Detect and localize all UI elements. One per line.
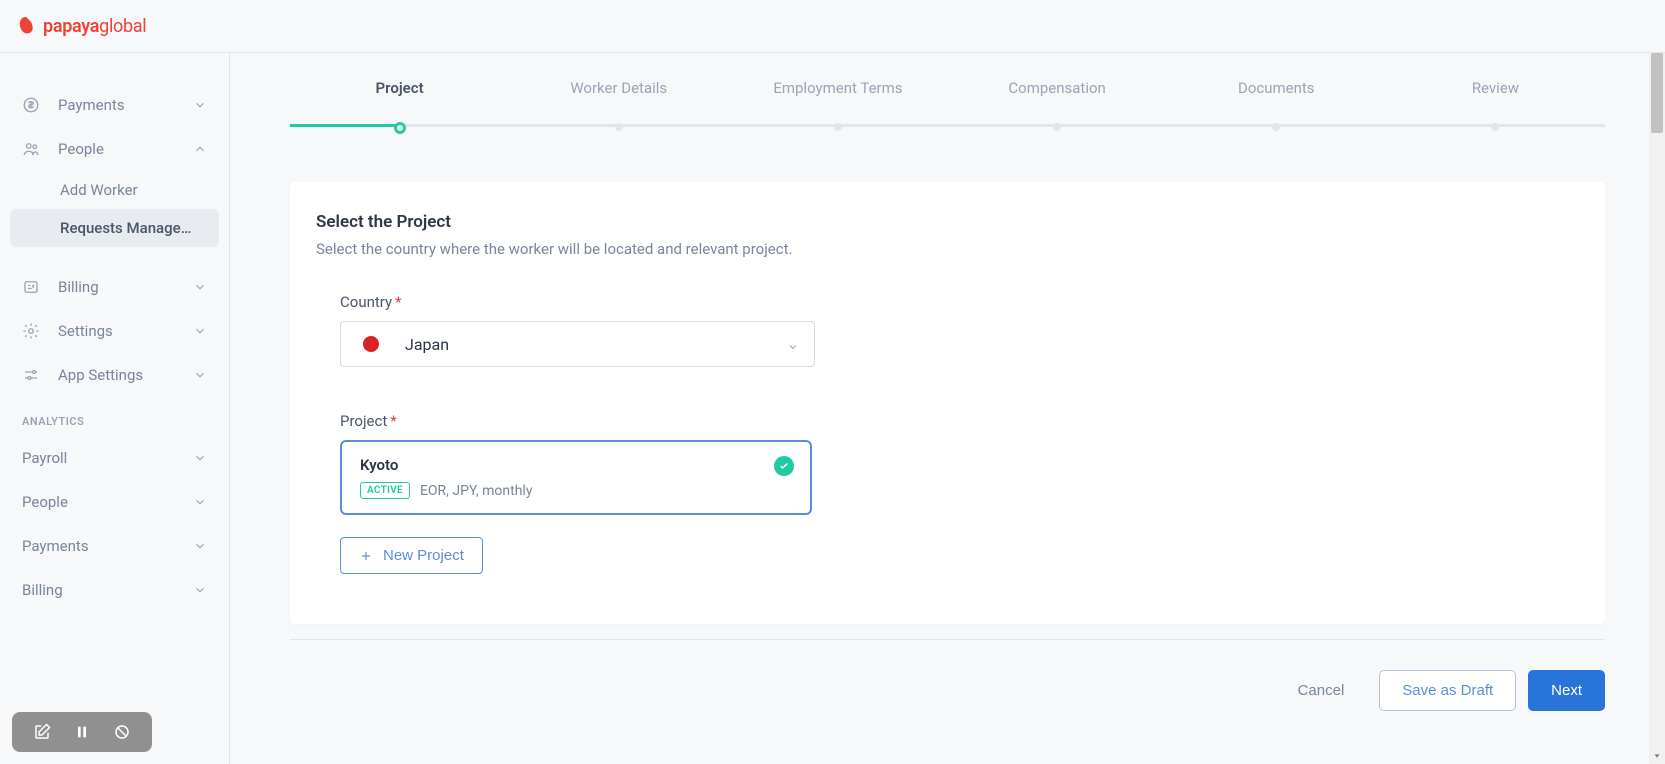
nav-app-settings[interactable]: App Settings (0, 353, 229, 397)
nav-label: People (58, 140, 193, 158)
nav-label: Settings (58, 322, 193, 340)
nav-label: Payments (22, 537, 193, 555)
plus-icon (359, 549, 373, 563)
edit-icon[interactable] (30, 720, 54, 744)
nav-label: App Settings (58, 366, 193, 384)
nav-requests-management[interactable]: Requests Managem… (10, 209, 219, 247)
chevron-down-icon (193, 539, 207, 553)
project-option-kyoto[interactable]: Kyoto ACTIVE EOR, JPY, monthly (340, 440, 812, 515)
scroll-down-icon[interactable] (1649, 748, 1665, 764)
card-subtitle: Select the country where the worker will… (316, 240, 1579, 258)
save-draft-button[interactable]: Save as Draft (1379, 670, 1516, 711)
chevron-down-icon (193, 280, 207, 294)
step-dot (1272, 123, 1280, 131)
new-project-button[interactable]: New Project (340, 537, 483, 574)
step-employment-terms[interactable]: Employment Terms (728, 79, 947, 127)
chevron-down-icon (193, 583, 207, 597)
step-label: Documents (1238, 79, 1315, 97)
step-compensation[interactable]: Compensation (948, 79, 1167, 127)
step-project[interactable]: Project (290, 79, 509, 127)
country-select[interactable]: Japan (340, 321, 815, 367)
sidebar: Payments People Add Worker Requests Mana… (0, 53, 230, 764)
billing-icon (22, 278, 40, 296)
disable-icon[interactable] (110, 720, 134, 744)
chevron-down-icon (787, 338, 799, 350)
card-title: Select the Project (316, 212, 1579, 232)
footer-actions: Cancel Save as Draft Next (290, 639, 1605, 741)
project-label: Project* (340, 412, 1579, 430)
chevron-down-icon (193, 98, 207, 112)
dollar-icon (22, 96, 40, 114)
people-icon (22, 140, 40, 158)
country-value: Japan (405, 335, 787, 354)
progress-stepper: Project Worker Details Employment Terms … (290, 53, 1605, 127)
project-meta: ACTIVE EOR, JPY, monthly (360, 482, 792, 499)
nav-label: Billing (58, 278, 193, 296)
app-header: papayaglobal (0, 0, 1665, 53)
step-label: Employment Terms (773, 79, 902, 97)
step-dot (1053, 123, 1061, 131)
nav-label: Billing (22, 581, 193, 599)
brand-logo[interactable]: papayaglobal (15, 15, 146, 37)
brand-text: papayaglobal (43, 16, 146, 37)
flag-japan-icon (363, 336, 379, 352)
next-button[interactable]: Next (1528, 670, 1605, 711)
sliders-icon (22, 366, 40, 384)
step-label: Worker Details (570, 79, 667, 97)
step-label: Project (376, 79, 424, 97)
step-dot (1491, 123, 1499, 131)
scrollbar[interactable] (1649, 53, 1665, 764)
step-dot (834, 123, 842, 131)
media-overlay (12, 712, 152, 752)
nav-people[interactable]: People (0, 127, 229, 171)
check-icon (774, 456, 794, 476)
country-label: Country* (340, 293, 1579, 311)
project-card-panel: Select the Project Select the country wh… (290, 182, 1605, 624)
project-details: EOR, JPY, monthly (420, 483, 533, 499)
step-documents[interactable]: Documents (1167, 79, 1386, 127)
analytics-section-label: ANALYTICS (0, 397, 229, 436)
chevron-down-icon (193, 368, 207, 382)
cancel-button[interactable]: Cancel (1275, 670, 1368, 711)
nav-analytics-payments[interactable]: Payments (0, 524, 229, 568)
nav-label: People (22, 493, 193, 511)
nav-add-worker[interactable]: Add Worker (0, 171, 229, 209)
step-worker-details[interactable]: Worker Details (509, 79, 728, 127)
papaya-icon (15, 15, 37, 37)
step-label: Review (1472, 79, 1519, 97)
nav-settings[interactable]: Settings (0, 309, 229, 353)
nav-analytics-payroll[interactable]: Payroll (0, 436, 229, 480)
project-name: Kyoto (360, 456, 792, 474)
chevron-down-icon (193, 451, 207, 465)
pause-icon[interactable] (70, 720, 94, 744)
nav-payments[interactable]: Payments (0, 83, 229, 127)
step-dot (615, 123, 623, 131)
nav-billing[interactable]: Billing (0, 265, 229, 309)
nav-label: Payments (58, 96, 193, 114)
chevron-down-icon (193, 495, 207, 509)
main-content: Project Worker Details Employment Terms … (230, 53, 1665, 764)
chevron-down-icon (193, 324, 207, 338)
step-review[interactable]: Review (1386, 79, 1605, 127)
button-label: New Project (383, 547, 464, 564)
nav-analytics-people[interactable]: People (0, 480, 229, 524)
scrollbar-thumb[interactable] (1651, 53, 1663, 133)
status-badge: ACTIVE (360, 482, 410, 499)
gear-icon (22, 322, 40, 340)
chevron-up-icon (193, 142, 207, 156)
nav-label: Payroll (22, 449, 193, 467)
nav-analytics-billing[interactable]: Billing (0, 568, 229, 612)
step-dot (394, 122, 406, 134)
step-label: Compensation (1008, 79, 1105, 97)
